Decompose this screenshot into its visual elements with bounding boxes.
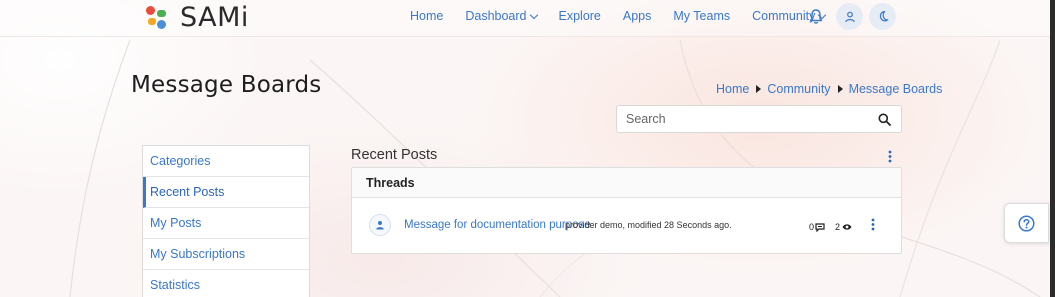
logo-text: SAMi: [180, 2, 249, 33]
sami-logo-icon: [146, 5, 168, 31]
user-icon: [376, 221, 384, 230]
sidebar-item-my-subscriptions[interactable]: My Subscriptions: [143, 239, 309, 270]
threads-panel: Threads Message for documentation purpos…: [351, 167, 902, 254]
theme-toggle-button[interactable]: [869, 3, 896, 30]
caret-right-icon: [756, 85, 762, 93]
nav-my-teams[interactable]: My Teams: [673, 9, 730, 23]
notifications-button[interactable]: [808, 8, 826, 26]
nav-dashboard[interactable]: Dashboard: [465, 9, 538, 23]
nav-home[interactable]: Home: [410, 9, 443, 23]
kebab-menu-icon: [888, 150, 892, 163]
page-title: Message Boards: [131, 72, 322, 98]
threads-header: Threads: [352, 168, 901, 198]
post-meta: provider demo, modified 28 Seconds ago.: [565, 220, 732, 230]
sidebar: Categories Recent Posts My Posts My Subs…: [142, 145, 310, 297]
main-nav: Home Dashboard Explore Apps My Teams Com…: [410, 9, 847, 23]
caret-right-icon: [837, 85, 843, 93]
help-button[interactable]: [1004, 203, 1049, 243]
top-navbar: SAMi Home Dashboard Explore Apps My Team…: [0, 0, 1055, 37]
avatar: [369, 214, 391, 236]
user-menu-button[interactable]: [836, 3, 863, 30]
reply-count-value: 0: [809, 222, 815, 232]
nav-apps[interactable]: Apps: [623, 9, 652, 23]
section-title: Recent Posts: [351, 147, 438, 163]
list-item: Message for documentation purpose provid…: [352, 198, 901, 254]
search-box: [616, 105, 902, 133]
breadcrumb-community[interactable]: Community: [767, 82, 830, 96]
nav-explore[interactable]: Explore: [559, 9, 601, 23]
sidebar-item-recent-posts[interactable]: Recent Posts: [143, 177, 309, 208]
view-count: 2: [835, 222, 852, 232]
search-input[interactable]: [617, 106, 867, 132]
section-options-button[interactable]: [888, 150, 892, 168]
window-edge: [1050, 0, 1055, 297]
comment-icon: [815, 222, 825, 232]
kebab-menu-icon: [871, 218, 875, 231]
reply-count: 0: [809, 222, 825, 232]
sidebar-item-categories[interactable]: Categories: [143, 146, 309, 177]
sidebar-item-my-posts[interactable]: My Posts: [143, 208, 309, 239]
breadcrumb-home[interactable]: Home: [716, 82, 749, 96]
logo[interactable]: SAMi: [146, 2, 249, 33]
moon-icon: [879, 10, 889, 22]
chevron-down-icon: [529, 10, 538, 19]
breadcrumb: Home Community Message Boards: [716, 82, 942, 96]
post-title-link[interactable]: Message for documentation purpose: [404, 219, 591, 231]
view-count-value: 2: [835, 222, 841, 232]
help-icon: [1018, 214, 1035, 232]
sidebar-item-statistics[interactable]: Statistics: [143, 270, 309, 297]
breadcrumb-message-boards[interactable]: Message Boards: [849, 82, 943, 96]
user-icon: [844, 11, 855, 22]
search-icon[interactable]: [878, 113, 891, 126]
post-options-button[interactable]: [871, 218, 875, 236]
bell-icon: [809, 9, 823, 24]
eye-icon: [842, 224, 852, 230]
